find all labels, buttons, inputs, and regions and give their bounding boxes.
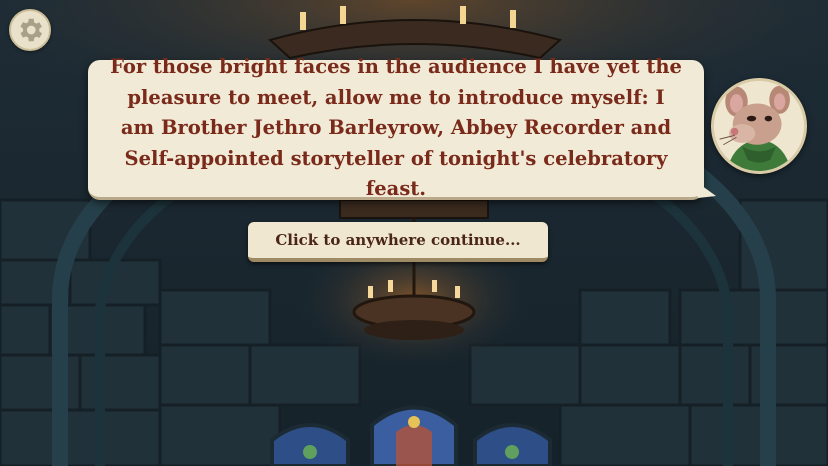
continue-button[interactable]: Click to anywhere continue... [248,222,548,262]
settings-button[interactable] [9,9,51,51]
speaker-portrait [711,78,807,174]
mouse-portrait [714,81,804,171]
dialog-text: For those bright faces in the audience I… [110,55,682,201]
dialog-box: For those bright faces in the audience I… [88,55,704,200]
dialog-tail [694,180,716,198]
gear-icon [20,18,42,42]
